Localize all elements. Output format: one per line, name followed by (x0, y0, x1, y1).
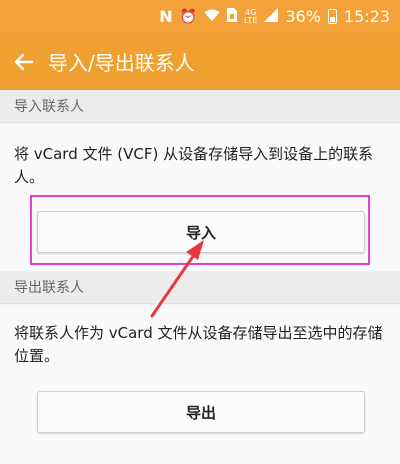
annotation-arrow-icon (150, 240, 204, 318)
